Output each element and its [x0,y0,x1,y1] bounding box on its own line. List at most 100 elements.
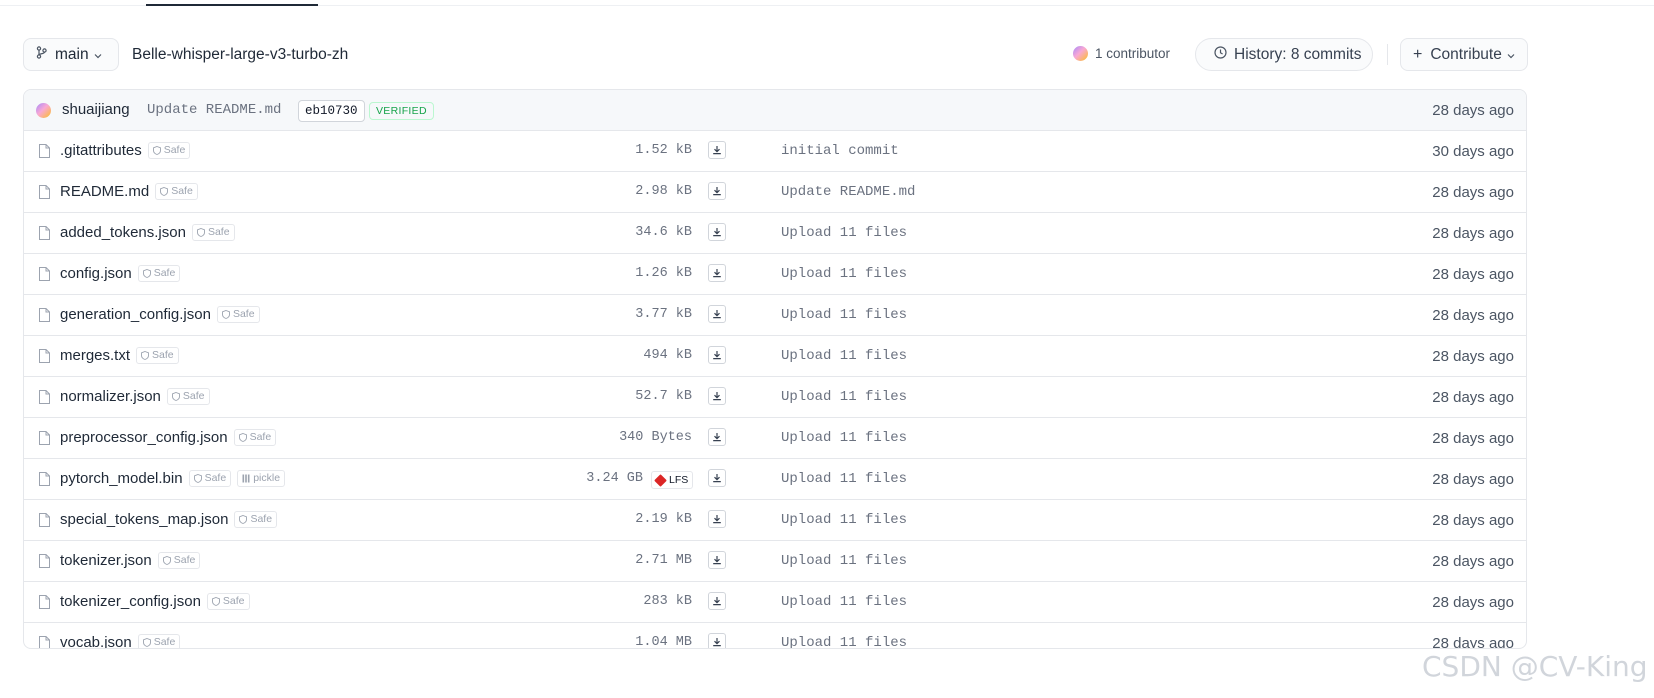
file-name[interactable]: special_tokens_map.json [60,511,228,528]
table-row[interactable]: vocab.json Safe 1.04 MB Upload 11 files 28 d… [24,623,1526,648]
download-button[interactable] [708,592,726,610]
file-commit-message[interactable]: Upload 11 files [781,348,907,364]
download-button[interactable] [708,346,726,364]
table-row[interactable]: tokenizer_config.json Safe 283 kB Upload 11… [24,582,1526,623]
download-button[interactable] [708,223,726,241]
file-name-cell: .gitattributes Safe [60,142,191,159]
clock-icon [1214,45,1227,64]
badge-label: Safe [207,226,230,238]
table-row[interactable]: normalizer.json Safe 52.7 kB Upload 11 file… [24,377,1526,418]
safe-badge[interactable]: Safe [155,183,198,200]
contributors-link[interactable]: 1 contributor [1073,46,1170,61]
safe-badge[interactable]: Safe [191,224,235,241]
branch-selector-button[interactable]: main [23,38,119,71]
file-name[interactable]: merges.txt [60,347,130,364]
table-row[interactable]: special_tokens_map.json Safe 2.19 kB Upload… [24,500,1526,541]
history-button[interactable]: History: 8 commits [1195,38,1373,71]
file-commit-message[interactable]: Upload 11 files [781,553,907,569]
file-name[interactable]: vocab.json [60,634,132,648]
file-icon [39,554,50,568]
badge-label: Safe [250,513,273,525]
download-button[interactable] [708,182,726,200]
file-name-cell: added_tokens.json Safe [60,224,235,241]
table-row[interactable]: .gitattributes Safe 1.52 kB initial commit 3… [24,131,1526,172]
download-icon [712,555,722,565]
table-row[interactable]: preprocessor_config.json Safe 340 Bytes Upl… [24,418,1526,459]
lfs-badge[interactable]: LFS [651,471,694,489]
toolbar-divider [1387,44,1388,65]
file-name[interactable]: pytorch_model.bin [60,470,183,487]
safe-badge[interactable]: Safe [188,470,232,487]
table-row[interactable]: generation_config.json Safe 3.77 kB Upload … [24,295,1526,336]
safe-badge[interactable]: Safe [166,388,210,405]
file-name[interactable]: README.md [60,183,149,200]
table-row[interactable]: README.md Safe 2.98 kB Update README.md 28 d… [24,172,1526,213]
table-row[interactable]: tokenizer.json Safe 2.71 MB Upload 11 files… [24,541,1526,582]
file-size: 1.26 kB [635,266,692,281]
file-commit-message[interactable]: Upload 11 files [781,471,907,487]
table-row[interactable]: config.json Safe 1.26 kB Upload 11 files 28 … [24,254,1526,295]
file-name[interactable]: tokenizer.json [60,552,152,569]
safe-badge[interactable]: Safe [233,429,277,446]
shield-icon [193,474,205,483]
download-button[interactable] [708,387,726,405]
badge-label: Safe [232,308,255,320]
file-list: .gitattributes Safe 1.52 kB initial commit 3… [24,131,1526,648]
safe-badge[interactable]: Safe [234,511,278,528]
file-commit-message[interactable]: Update README.md [781,184,915,200]
avatar [36,103,51,118]
download-button[interactable] [708,551,726,569]
file-commit-message[interactable]: Upload 11 files [781,307,907,323]
file-name[interactable]: added_tokens.json [60,224,186,241]
file-commit-message[interactable]: Upload 11 files [781,430,907,446]
download-button[interactable] [708,264,726,282]
file-name[interactable]: generation_config.json [60,306,211,323]
file-commit-message[interactable]: Upload 11 files [781,594,907,610]
table-row[interactable]: added_tokens.json Safe 34.6 kB Upload 11 fi… [24,213,1526,254]
file-name[interactable]: config.json [60,265,132,282]
file-name[interactable]: tokenizer_config.json [60,593,201,610]
file-name[interactable]: normalizer.json [60,388,161,405]
download-button[interactable] [708,469,726,487]
avatar [1073,46,1088,61]
file-commit-message[interactable]: initial commit [781,143,899,159]
download-button[interactable] [708,305,726,323]
table-row[interactable]: merges.txt Safe 494 kB Upload 11 files 28 da… [24,336,1526,377]
download-button[interactable] [708,633,726,648]
file-size: 52.7 kB [635,389,692,404]
file-commit-message[interactable]: Upload 11 files [781,225,907,241]
file-commit-message[interactable]: Upload 11 files [781,389,907,405]
safe-badge[interactable]: Safe [157,552,201,569]
commit-author[interactable]: shuaijiang [62,101,130,118]
download-button[interactable] [708,428,726,446]
safe-badge[interactable]: Safe [136,347,179,364]
safe-badge[interactable]: Safe [137,634,181,648]
safe-badge[interactable]: Safe [216,306,260,323]
file-name[interactable]: preprocessor_config.json [60,429,228,446]
safe-badge[interactable]: Safe [206,593,250,610]
file-icon [39,308,50,322]
safe-badge[interactable]: Safe [137,265,181,282]
file-icon [39,267,50,281]
download-icon [712,350,722,360]
file-commit-message[interactable]: Upload 11 files [781,635,907,648]
file-size: 2.71 MB [635,553,692,568]
file-date: 28 days ago [1432,225,1514,242]
file-commit-message[interactable]: Upload 11 files [781,512,907,528]
repo-toolbar: main Belle-whisper-large-v3-turbo-zh 1 c… [23,38,1528,73]
file-icon [39,390,50,404]
repo-breadcrumb[interactable]: Belle-whisper-large-v3-turbo-zh [132,46,348,64]
file-name[interactable]: .gitattributes [60,142,142,159]
commit-message[interactable]: Update README.md [147,102,281,118]
file-commit-message[interactable]: Upload 11 files [781,266,907,282]
safe-badge[interactable]: Safe [147,142,191,159]
pickle-badge[interactable]: pickle [237,470,286,487]
contribute-button[interactable]: + Contribute [1400,38,1528,71]
file-icon [39,144,50,158]
download-button[interactable] [708,510,726,528]
download-button[interactable] [708,141,726,159]
table-row[interactable]: pytorch_model.bin Safe pickle 3.24 GB LFS Upl… [24,459,1526,500]
commit-hash[interactable]: eb10730 [298,100,365,122]
shield-icon [196,228,208,237]
file-date: 28 days ago [1432,430,1514,447]
